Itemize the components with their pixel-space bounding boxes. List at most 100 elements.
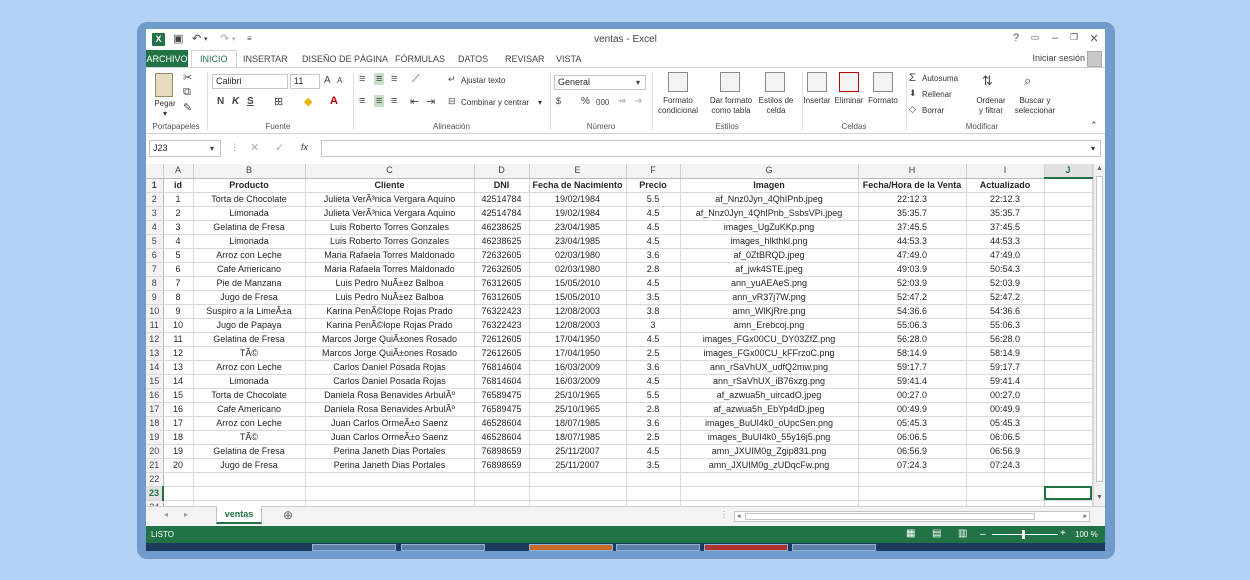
data-cell[interactable]: 3.6 — [626, 416, 681, 431]
tab-revisar[interactable]: REVISAR — [505, 50, 545, 68]
data-cell[interactable]: 19 — [163, 444, 194, 459]
data-cell[interactable]: 15/05/2010 — [529, 276, 627, 291]
format-painter-icon[interactable]: ✎ — [183, 101, 192, 114]
data-cell[interactable]: Cafe Americano — [193, 402, 306, 417]
page-layout-view-icon[interactable]: ▤ — [932, 528, 941, 539]
data-cell[interactable]: 02/03/1980 — [529, 248, 627, 263]
data-cell[interactable]: 42514784 — [474, 192, 530, 207]
data-cell[interactable]: Arroz con Leche — [193, 360, 306, 375]
scroll-up-icon[interactable]: ▲ — [1096, 165, 1103, 172]
data-cell[interactable]: 56:28.0 — [966, 332, 1045, 347]
row-header[interactable]: 17 — [146, 402, 164, 417]
data-cell[interactable]: 07:24.3 — [858, 458, 967, 473]
signin-link[interactable]: Iniciar sesión — [1032, 53, 1085, 63]
data-cell[interactable]: 2.5 — [626, 346, 681, 361]
data-cell[interactable]: 59:17.7 — [858, 360, 967, 375]
empty-cell[interactable] — [1044, 192, 1093, 207]
data-cell[interactable]: 72612605 — [474, 346, 530, 361]
empty-cell[interactable] — [1044, 346, 1093, 361]
minimize-icon[interactable]: – — [1047, 32, 1063, 44]
empty-cell[interactable] — [1044, 318, 1093, 333]
data-cell[interactable]: 3.8 — [626, 304, 681, 319]
wrap-text-button[interactable]: Ajustar texto — [461, 76, 505, 86]
increase-decimal-icon[interactable]: ⁺⁰ — [618, 98, 625, 107]
row-header[interactable]: 8 — [146, 276, 164, 291]
data-cell[interactable]: Perina Janeth Dias Portales — [305, 444, 475, 459]
paste-button[interactable]: Pegar — [151, 99, 179, 109]
data-cell[interactable]: 47:49.0 — [858, 248, 967, 263]
empty-cell[interactable] — [1044, 360, 1093, 375]
data-cell[interactable]: Maria Rafaela Torres Maldonado — [305, 248, 475, 263]
data-cell[interactable]: 16/03/2009 — [529, 360, 627, 375]
zoom-slider-thumb[interactable] — [1022, 530, 1025, 539]
borders-icon[interactable]: ⊞ — [274, 95, 283, 108]
data-cell[interactable]: 15 — [163, 388, 194, 403]
select-all-corner[interactable] — [146, 164, 164, 179]
data-cell[interactable]: 49:03.9 — [858, 262, 967, 277]
align-bottom-icon[interactable]: ≡ — [391, 73, 397, 85]
cancel-icon[interactable]: ✕ — [250, 141, 259, 154]
data-cell[interactable]: 2.8 — [626, 402, 681, 417]
data-cell[interactable]: 52:47.2 — [966, 290, 1045, 305]
row-header[interactable]: 21 — [146, 458, 164, 473]
font-size-select[interactable]: 11 — [290, 74, 320, 89]
empty-cell[interactable] — [529, 472, 627, 487]
data-cell[interactable]: images_hlkthkl.png — [680, 234, 859, 249]
data-cell[interactable]: 50:54.3 — [966, 262, 1045, 277]
name-box-dropdown-icon[interactable]: ▾ — [210, 144, 214, 154]
data-cell[interactable]: 59:17.7 — [966, 360, 1045, 375]
empty-cell[interactable] — [163, 472, 194, 487]
empty-cell[interactable] — [1044, 234, 1093, 249]
data-cell[interactable]: 25/11/2007 — [529, 444, 627, 459]
row-header[interactable]: 16 — [146, 388, 164, 403]
active-cell[interactable] — [1044, 486, 1093, 501]
data-cell[interactable]: Jugo de Fresa — [193, 458, 306, 473]
empty-cell[interactable] — [1044, 332, 1093, 347]
data-cell[interactable]: Gelatina de Fresa — [193, 332, 306, 347]
data-cell[interactable]: amn_JXUIM0g_Zgip831.png — [680, 444, 859, 459]
data-cell[interactable]: 6 — [163, 262, 194, 277]
data-cell[interactable]: Luis Roberto Torres Gonzales — [305, 234, 475, 249]
insert-cells-button[interactable]: Insertar — [799, 96, 835, 106]
help-icon[interactable]: ? — [1008, 32, 1024, 44]
row-header[interactable]: 12 — [146, 332, 164, 347]
data-cell[interactable]: 14 — [163, 374, 194, 389]
column-header[interactable]: B — [193, 164, 306, 179]
taskbar-item[interactable] — [792, 544, 876, 551]
data-cell[interactable]: 76312605 — [474, 276, 530, 291]
data-cell[interactable]: TÃ© — [193, 430, 306, 445]
format-as-table-icon[interactable] — [720, 72, 740, 92]
data-cell[interactable]: 00:49.9 — [966, 402, 1045, 417]
data-cell[interactable]: 12/08/2003 — [529, 318, 627, 333]
taskbar-item[interactable] — [529, 544, 613, 551]
scroll-right-icon[interactable]: ▸ — [1083, 512, 1087, 520]
zoom-level[interactable]: 100 % — [1075, 530, 1098, 539]
data-cell[interactable]: af_0ZtBRQD.jpeg — [680, 248, 859, 263]
data-cell[interactable]: Perina Janeth Dias Portales — [305, 458, 475, 473]
bold-button[interactable]: N — [217, 96, 224, 107]
insert-function-button[interactable]: fx — [301, 142, 308, 152]
empty-cell[interactable] — [305, 472, 475, 487]
add-sheet-icon[interactable]: ⊕ — [283, 508, 293, 522]
empty-cell[interactable] — [529, 486, 627, 501]
data-cell[interactable]: ann_rSaVhUX_iB76xzg.png — [680, 374, 859, 389]
clear-icon[interactable]: ◇ — [909, 104, 916, 115]
data-cell[interactable]: 7 — [163, 276, 194, 291]
row-header[interactable]: 9 — [146, 290, 164, 305]
align-right-icon[interactable]: ≡ — [391, 95, 397, 107]
font-color-icon[interactable]: A — [330, 95, 338, 107]
data-cell[interactable]: Karina PenÃ©lope Rojas Prado — [305, 304, 475, 319]
data-cell[interactable]: Jugo de Papaya — [193, 318, 306, 333]
format-cells-button[interactable]: Formato — [864, 96, 902, 106]
header-cell[interactable]: DNI — [474, 178, 530, 193]
data-cell[interactable]: 15/05/2010 — [529, 290, 627, 305]
data-cell[interactable]: images_FGx00CU_DY03ZfZ.png — [680, 332, 859, 347]
header-cell[interactable]: id — [163, 178, 194, 193]
data-cell[interactable]: 76814604 — [474, 374, 530, 389]
data-cell[interactable]: 19/02/1984 — [529, 206, 627, 221]
data-cell[interactable]: 00:49.9 — [858, 402, 967, 417]
row-header[interactable]: 7 — [146, 262, 164, 277]
data-cell[interactable]: 3 — [626, 318, 681, 333]
header-cell[interactable]: Cliente — [305, 178, 475, 193]
zoom-out-icon[interactable]: – — [980, 529, 986, 540]
